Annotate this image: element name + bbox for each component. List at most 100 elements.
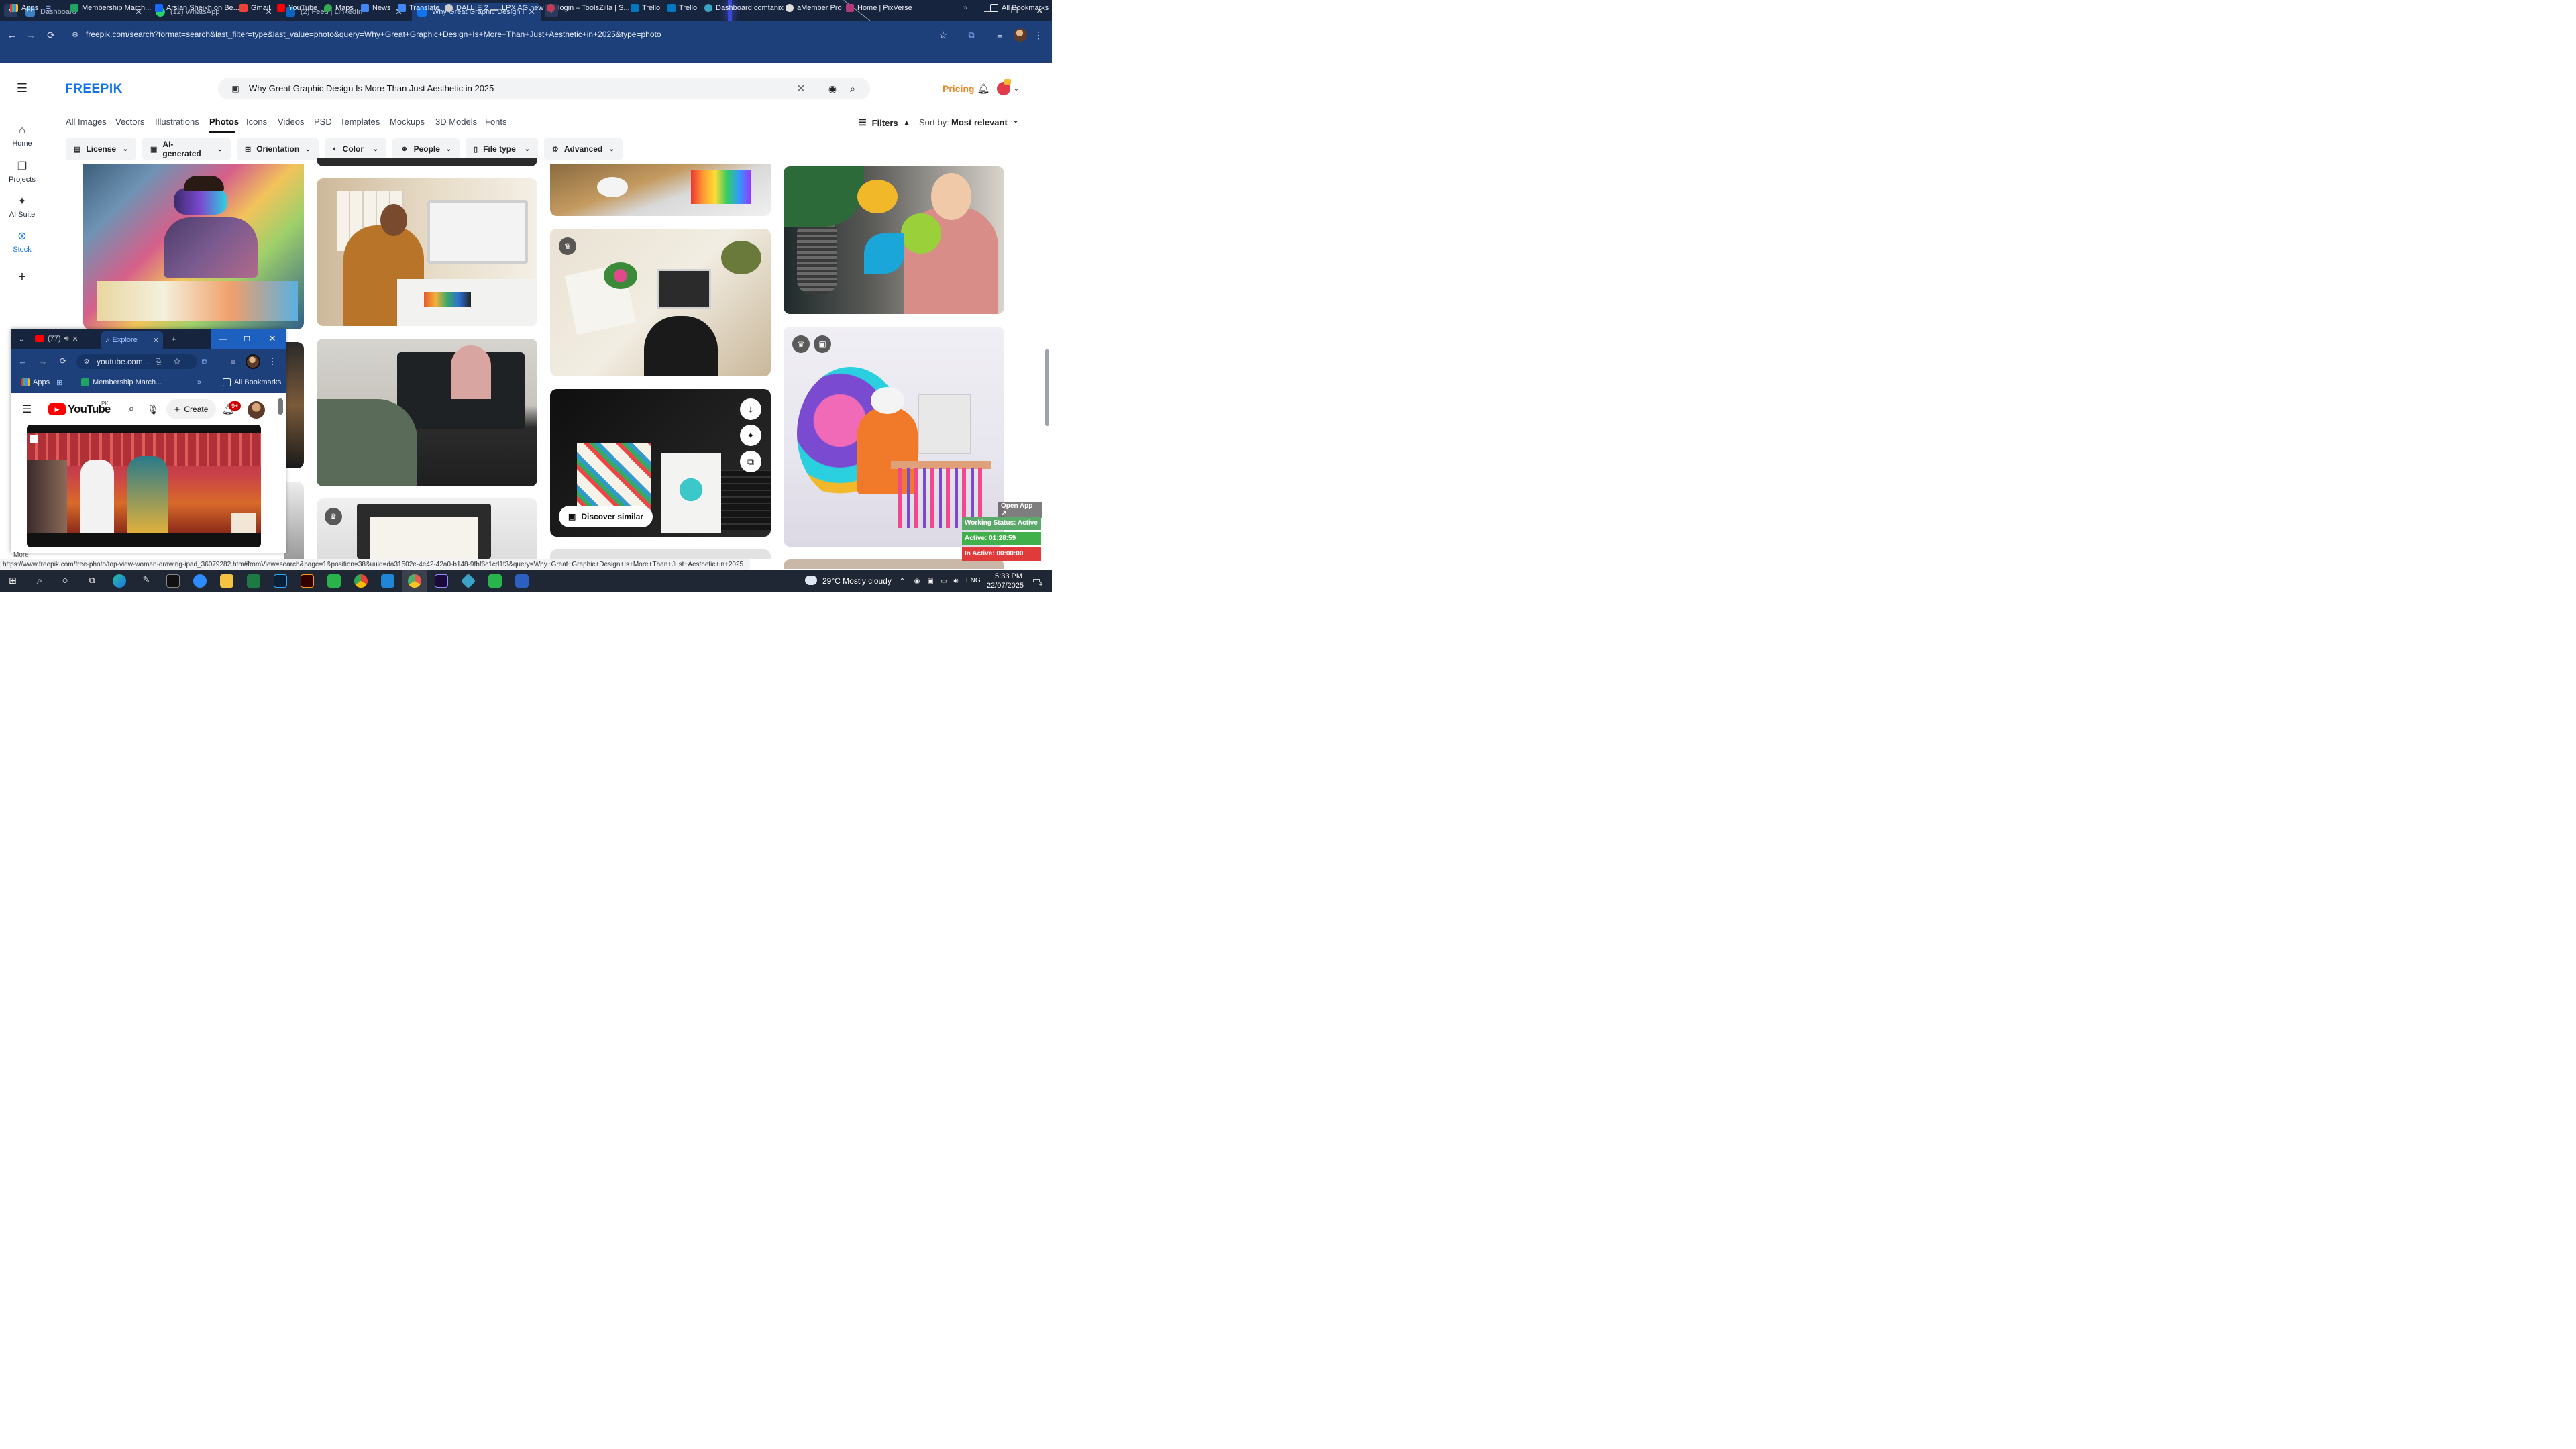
- page-scrollbar[interactable]: [1045, 349, 1049, 426]
- tab-groups-icon[interactable]: ⊞: [56, 377, 62, 388]
- bookmark-trello-2[interactable]: Trello: [667, 3, 697, 13]
- discover-similar-button[interactable]: ▣ Discover similar: [559, 506, 653, 527]
- photo-keyboard-desk[interactable]: [550, 164, 771, 216]
- bookmark-amember[interactable]: aMember Pro: [786, 3, 842, 13]
- bookmark-news[interactable]: News: [361, 3, 391, 13]
- back-arrow-icon[interactable]: ←: [17, 356, 28, 366]
- tab-vectors[interactable]: Vectors: [115, 117, 144, 127]
- mini-tab-youtube[interactable]: (77) 🔊︎ ✕: [35, 333, 78, 345]
- green-app-icon[interactable]: [327, 574, 341, 588]
- youtube-avatar[interactable]: [248, 401, 265, 419]
- site-info-icon[interactable]: ⚙: [70, 29, 80, 40]
- mini-scrollbar[interactable]: [278, 398, 283, 415]
- bookmark-comtanix[interactable]: Dashboard comtanix: [704, 3, 784, 13]
- reload-icon[interactable]: ⟳: [44, 28, 58, 42]
- bookmark-lpx[interactable]: LPX AG new: [490, 3, 543, 13]
- photo-ar-creature[interactable]: [784, 166, 1004, 314]
- windows-start-icon[interactable]: ⊞: [7, 574, 19, 586]
- more-label[interactable]: More: [13, 551, 29, 559]
- media-controls-icon[interactable]: ≡: [993, 28, 1006, 42]
- edge-icon[interactable]: [113, 574, 126, 588]
- zoom-icon[interactable]: [193, 574, 207, 588]
- tab-videos[interactable]: Videos: [278, 117, 305, 127]
- add-icon[interactable]: +: [15, 270, 30, 284]
- rail-home[interactable]: ⌂ Home: [0, 125, 44, 148]
- pricing-link[interactable]: Pricing: [943, 83, 974, 94]
- pen-icon[interactable]: ✎: [140, 574, 153, 588]
- chip-orientation[interactable]: ⊞ Orientation ⌄: [237, 138, 319, 160]
- search-icon[interactable]: ⌕: [125, 402, 138, 416]
- rail-projects[interactable]: ❐ Projects: [0, 160, 44, 184]
- mini-tab-tiktok[interactable]: ♪ Explore ✕: [101, 331, 163, 349]
- photo-col1-b[interactable]: [284, 342, 304, 468]
- create-button[interactable]: + Create: [166, 399, 216, 419]
- green-app-2-icon[interactable]: [488, 574, 502, 588]
- forward-arrow-icon[interactable]: →: [24, 28, 38, 42]
- volume-icon[interactable]: 🔊︎: [951, 576, 961, 586]
- reload-icon[interactable]: ⟳: [58, 356, 68, 366]
- back-arrow-icon[interactable]: ←: [5, 28, 19, 42]
- bookmark-maps[interactable]: Maps: [324, 3, 354, 13]
- rail-stock[interactable]: ⊛ Stock: [0, 229, 44, 254]
- extensions-icon[interactable]: ⧉: [965, 28, 978, 42]
- browser-menu-icon[interactable]: ⋮: [268, 356, 277, 367]
- clock-time[interactable]: 5:33 PM: [990, 572, 1022, 580]
- minimize-window-button[interactable]: —: [211, 329, 235, 349]
- hamburger-menu-icon[interactable]: ☰: [20, 402, 34, 416]
- tab-3d-models[interactable]: 3D Models: [435, 117, 477, 127]
- new-tab-button[interactable]: +: [168, 333, 180, 345]
- tab-psd[interactable]: PSD: [314, 117, 332, 127]
- bookmark-dalle[interactable]: DALL·E 2: [445, 3, 488, 13]
- all-bookmarks[interactable]: All Bookmarks: [990, 3, 1049, 13]
- bookmarks-overflow-icon[interactable]: »: [197, 377, 201, 388]
- photo-pen-tablet[interactable]: [317, 339, 537, 486]
- sort-select[interactable]: Most relevant ⌄: [951, 117, 1018, 127]
- bookmark-membership[interactable]: Membership March...: [81, 377, 162, 388]
- tab-mockups[interactable]: Mockups: [390, 117, 425, 127]
- profile-avatar[interactable]: [1014, 28, 1027, 42]
- search-icon[interactable]: ⌕: [846, 82, 859, 95]
- word-icon[interactable]: [515, 574, 529, 588]
- search-icon[interactable]: ⌕: [34, 574, 46, 586]
- photo-sketch-laptop[interactable]: ⤓ ✦ ⧉ ▣ Discover similar: [550, 389, 771, 537]
- chevron-down-icon[interactable]: ⌄: [16, 334, 27, 345]
- photo-woman-drawing-ipad[interactable]: ♛: [550, 229, 771, 376]
- open-app-link[interactable]: Open App ↗: [998, 502, 1042, 518]
- ai-edit-icon[interactable]: ✦: [740, 425, 761, 446]
- bookmarks-overflow-icon[interactable]: »: [963, 3, 967, 13]
- hamburger-menu-icon[interactable]: ☰: [15, 81, 29, 95]
- cortana-icon[interactable]: ○: [59, 574, 71, 586]
- chevron-up-icon[interactable]: ⌃: [898, 576, 907, 586]
- tab-templates[interactable]: Templates: [340, 117, 380, 127]
- chip-file-type[interactable]: ▯ File type ⌄: [466, 138, 538, 160]
- close-icon[interactable]: ✕: [153, 336, 159, 345]
- clock-date[interactable]: 22/07/2025: [983, 582, 1024, 590]
- chip-people[interactable]: ☻ People ⌄: [392, 138, 460, 160]
- illustrator-icon[interactable]: [301, 574, 314, 588]
- task-view-icon[interactable]: ⧉: [86, 574, 98, 586]
- bookmark-translate[interactable]: Translate: [398, 3, 439, 13]
- filters-toggle[interactable]: ☰ Filters ▲: [859, 117, 910, 128]
- premiere-icon[interactable]: [435, 574, 448, 588]
- all-bookmarks[interactable]: All Bookmarks: [223, 377, 281, 388]
- bookmark-trello-1[interactable]: Trello: [631, 3, 660, 13]
- photo-vr-designer[interactable]: [83, 164, 304, 329]
- tab-fonts[interactable]: Fonts: [485, 117, 507, 127]
- photo-man-sketching[interactable]: [317, 178, 537, 326]
- freepik-logo[interactable]: FREEPIK: [65, 82, 123, 97]
- close-icon[interactable]: ✕: [72, 335, 78, 343]
- bookmark-star-icon[interactable]: ☆: [172, 356, 182, 367]
- vscode-icon[interactable]: [381, 574, 394, 588]
- search-input[interactable]: Why Great Graphic Design Is More Than Ju…: [249, 83, 494, 93]
- bookmark-apps[interactable]: Apps: [21, 377, 50, 388]
- excel-icon[interactable]: [247, 574, 260, 588]
- maximize-window-button[interactable]: ☐: [235, 329, 259, 349]
- bookmark-behance[interactable]: Arslan Sheikh on Be...: [155, 3, 239, 13]
- bookmark-apps[interactable]: Apps: [10, 3, 38, 13]
- save-to-collection-icon[interactable]: ⧉: [740, 451, 761, 472]
- chrome-icon[interactable]: [354, 574, 368, 588]
- language-indicator[interactable]: ENG: [966, 577, 981, 584]
- clear-search-icon[interactable]: ✕: [794, 82, 808, 95]
- browser-menu-icon[interactable]: ⋮: [1033, 28, 1044, 42]
- chip-license[interactable]: ▤ License ⌄: [66, 138, 136, 160]
